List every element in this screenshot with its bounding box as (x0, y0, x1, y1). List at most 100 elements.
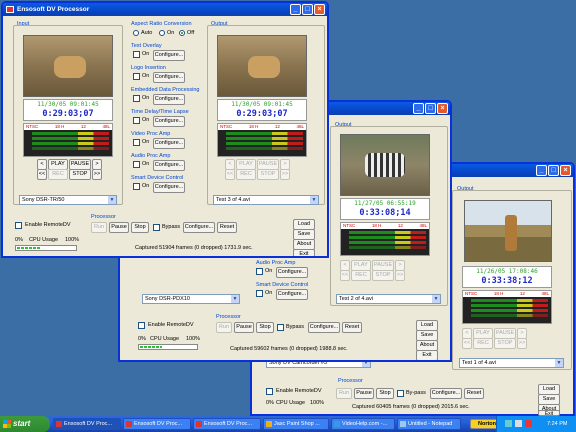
rec-button[interactable]: REC (473, 338, 493, 349)
aspect-on-label: On (167, 30, 175, 36)
security-icon[interactable] (525, 420, 532, 427)
processor-window-1[interactable]: Ensosoft DV Processor _ □ × Input 11/30/… (1, 1, 329, 258)
reset-button[interactable]: Reset (342, 322, 362, 333)
enable-remote-checkbox[interactable] (266, 388, 273, 395)
maximize-button[interactable]: □ (302, 4, 313, 15)
cpu-max-label: 100% (65, 237, 80, 243)
bypass-checkbox[interactable] (153, 224, 160, 231)
output-file-select[interactable]: Test 2 of 4.avi ▼ (336, 294, 441, 304)
stop-button[interactable]: STOP (69, 169, 91, 180)
rewind-button[interactable]: << (225, 169, 235, 180)
enable-remote-checkbox[interactable] (138, 322, 145, 329)
minimize-button[interactable]: _ (413, 103, 424, 114)
smart-device-checkbox[interactable] (133, 183, 140, 190)
video-proc-checkbox[interactable] (133, 139, 140, 146)
reset-button[interactable]: Reset (464, 388, 484, 399)
input-device-select[interactable]: Sony DSR-TR/50 ▼ (19, 195, 117, 205)
run-button[interactable]: Run (336, 388, 352, 399)
enable-remote-checkbox[interactable] (15, 222, 22, 229)
pause-processing-button[interactable]: Pause (234, 322, 254, 333)
minimize-button[interactable]: _ (290, 4, 301, 15)
audio-proc-checkbox[interactable] (256, 268, 263, 275)
clock[interactable]: 7:24 PM (547, 421, 567, 427)
notepad-icon (400, 421, 406, 427)
taskbar-item[interactable]: Ensosoft DV Proc... (193, 418, 261, 430)
aspect-ratio-label: Aspect Ratio Conversion (131, 21, 192, 27)
configure-processor-button[interactable]: Configure... (183, 222, 215, 233)
forward-button[interactable]: >> (517, 338, 527, 349)
rec-button[interactable]: REC (351, 270, 371, 281)
smart-device-label: Smart Device Control (131, 175, 184, 181)
configure-processor-button[interactable]: Configure... (430, 388, 462, 399)
close-button[interactable]: × (437, 103, 448, 114)
rec-button[interactable]: REC (236, 169, 256, 180)
close-button[interactable]: × (314, 4, 325, 15)
audio-proc-checkbox[interactable] (133, 161, 140, 168)
output-timecode: 11/27/05 06:55:19 0:33:08;14 (340, 198, 430, 220)
rec-button[interactable]: REC (48, 169, 68, 180)
windows-logo-icon (3, 420, 11, 428)
stop-processing-button[interactable]: Stop (256, 322, 274, 333)
run-button[interactable]: Run (216, 322, 232, 333)
input-device-select[interactable]: Sony DSR-PDX10 ▼ (142, 294, 240, 304)
exit-button[interactable]: Exit (293, 249, 315, 256)
taskbar-item[interactable]: Ensosoft DV Proc... (53, 418, 121, 430)
paint-shop-icon (266, 421, 272, 427)
pause-processing-button[interactable]: Pause (109, 222, 129, 233)
audio-proc-label: Audio Proc Amp (256, 260, 296, 266)
chevron-down-icon: ▼ (231, 295, 239, 303)
taskbar-item[interactable]: Jasc Paint Shop ... (263, 418, 329, 430)
reset-button[interactable]: Reset (217, 222, 237, 233)
exit-button[interactable]: Exit (416, 350, 438, 360)
maximize-button[interactable]: □ (425, 103, 436, 114)
run-button[interactable]: Run (91, 222, 107, 233)
aspect-off-radio[interactable] (179, 30, 185, 36)
audio-configure-button[interactable]: Configure... (276, 267, 308, 278)
audio-proc-configure-button[interactable]: Configure... (153, 160, 185, 171)
start-button[interactable]: start (0, 416, 50, 432)
forward-button[interactable]: >> (280, 169, 290, 180)
minimize-button[interactable]: _ (536, 165, 547, 176)
text-overlay-configure-button[interactable]: Configure... (153, 50, 185, 61)
bypass-checkbox[interactable] (277, 324, 284, 331)
forward-button[interactable]: >> (395, 270, 405, 281)
aspect-on-radio[interactable] (159, 30, 165, 36)
stop-button[interactable]: STOP (257, 169, 279, 180)
rewind-button[interactable]: << (462, 338, 472, 349)
stop-button[interactable]: STOP (494, 338, 516, 349)
volume-icon[interactable] (515, 420, 522, 427)
stop-button[interactable]: STOP (372, 270, 394, 281)
aspect-auto-radio[interactable] (133, 30, 139, 36)
network-icon[interactable] (505, 420, 512, 427)
window-1-titlebar[interactable]: Ensosoft DV Processor _ □ × (3, 3, 327, 16)
stop-processing-button[interactable]: Stop (376, 388, 394, 399)
smart-configure-button[interactable]: Configure... (276, 289, 308, 300)
time-delay-checkbox[interactable] (133, 117, 140, 124)
configure-processor-button[interactable]: Configure... (308, 322, 340, 333)
close-button[interactable]: × (560, 165, 571, 176)
output-file-select[interactable]: Test 3 of 4.avi ▼ (213, 195, 319, 205)
logo-configure-button[interactable]: Configure... (153, 72, 185, 83)
embedded-data-checkbox[interactable] (133, 95, 140, 102)
logo-insertion-checkbox[interactable] (133, 73, 140, 80)
rewind-button[interactable]: << (340, 270, 350, 281)
smart-device-checkbox[interactable] (256, 290, 263, 297)
embedded-configure-button[interactable]: Configure... (153, 94, 185, 105)
taskbar-item[interactable]: Ensosoft DV Proc... (123, 418, 191, 430)
time-delay-configure-button[interactable]: Configure... (153, 116, 185, 127)
video-proc-configure-button[interactable]: Configure... (153, 138, 185, 149)
smart-device-configure-button[interactable]: Configure... (153, 182, 185, 193)
taskbar-item[interactable]: VideoHelp.com -... (331, 418, 395, 430)
text-overlay-checkbox[interactable] (133, 51, 140, 58)
enable-remote-label: Enable RemoteDV (276, 388, 322, 394)
rewind-button[interactable]: << (37, 169, 47, 180)
forward-button[interactable]: >> (92, 169, 102, 180)
app-icon (56, 421, 62, 427)
on-label: On (142, 117, 150, 123)
output-file-select[interactable]: Test 1 of 4.avi ▼ (459, 358, 564, 368)
pause-processing-button[interactable]: Pause (354, 388, 374, 399)
maximize-button[interactable]: □ (548, 165, 559, 176)
bypass-checkbox[interactable] (397, 390, 404, 397)
stop-processing-button[interactable]: Stop (131, 222, 149, 233)
taskbar-item[interactable]: Untitled - Notepad (397, 418, 461, 430)
